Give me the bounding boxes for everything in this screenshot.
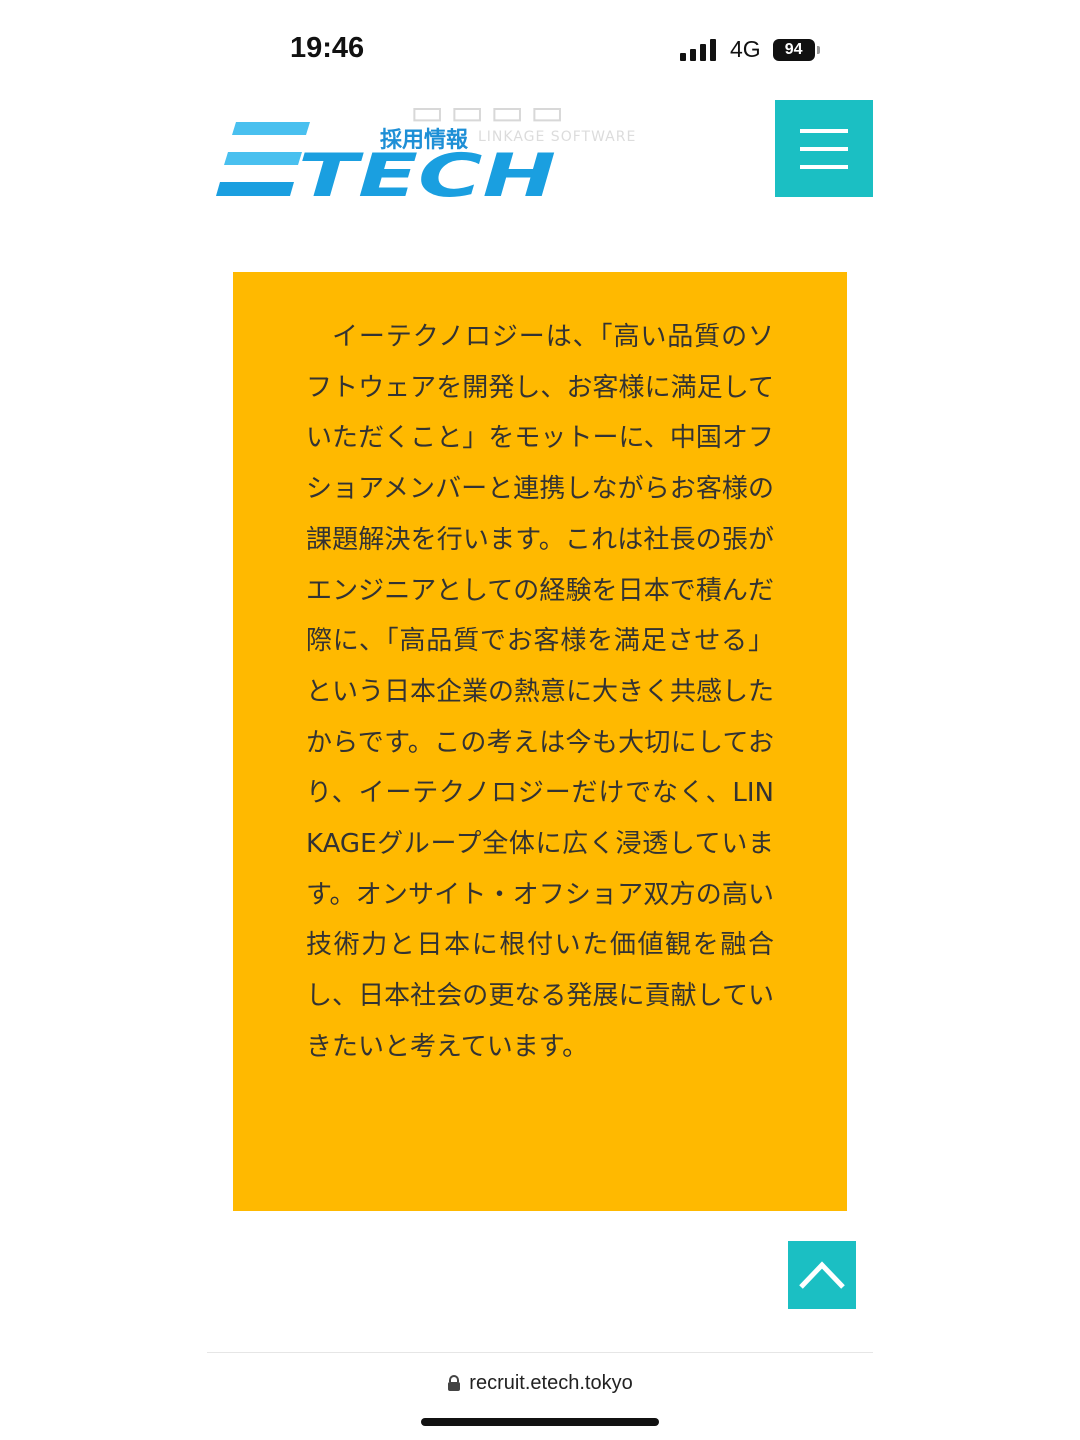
back-to-top-button[interactable]: [788, 1241, 856, 1309]
home-indicator[interactable]: [421, 1418, 659, 1426]
battery-icon: 94: [772, 38, 820, 61]
status-right: 4G 94: [680, 36, 820, 63]
divider: [207, 1352, 873, 1353]
network-type: 4G: [730, 36, 761, 62]
url-text: recruit.etech.tokyo: [469, 1372, 633, 1394]
page: 19:46 4G 94 ▭▭▭▭ LINKAGE SOFTWARE TECH 採…: [0, 0, 1080, 1440]
signal-icon: [680, 38, 716, 61]
hamburger-icon: [800, 128, 848, 133]
hamburger-menu-button[interactable]: [775, 100, 873, 197]
intro-text: イーテクノロジーは、「高い品質のソフトウェアを開発し、お客様に満足していただくこ…: [306, 322, 775, 1062]
chevron-up-icon: [799, 1261, 845, 1289]
lock-icon: [448, 1375, 461, 1391]
status-time: 19:46: [290, 32, 365, 64]
recruit-label[interactable]: 採用情報: [380, 122, 468, 154]
battery-level: 94: [772, 38, 815, 61]
address-bar[interactable]: recruit.etech.tokyo: [0, 1372, 1080, 1395]
